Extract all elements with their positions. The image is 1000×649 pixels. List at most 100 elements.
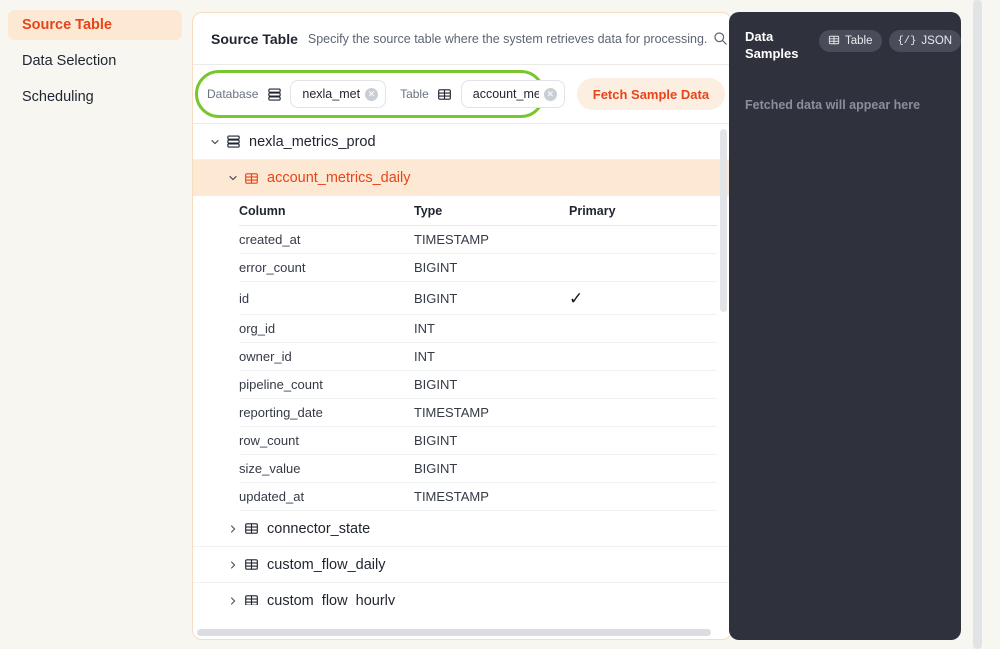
sidebar-item-label: Data Selection — [22, 53, 117, 69]
sidebar-item-label: Source Table — [22, 17, 112, 33]
data-samples-header: Data Samples Table {/} JSON — [745, 28, 961, 62]
chevron-down-icon[interactable] — [225, 173, 241, 183]
column-name: org_id — [239, 321, 276, 336]
selector-toolbar: Database nexla_met ✕ Table account_m ✕ F… — [193, 65, 731, 123]
data-samples-title-line2: Samples — [745, 46, 799, 61]
column-header-type: Type — [414, 203, 443, 218]
table-icon — [241, 171, 261, 186]
chevron-right-icon[interactable] — [225, 560, 241, 570]
column-type: INT — [414, 349, 435, 364]
tree-vertical-scrollbar[interactable] — [720, 129, 727, 312]
table-row[interactable]: size_value BIGINT — [239, 455, 717, 483]
tree-node-table-selected[interactable]: account_metrics_daily — [193, 160, 731, 196]
sidebar-item-scheduling[interactable]: Scheduling — [8, 82, 182, 112]
table-chip-label: account_metri — [472, 87, 539, 101]
tree-node-table[interactable]: custom_flow_hourly — [193, 583, 731, 605]
column-header-primary: Primary — [569, 203, 616, 218]
code-braces-icon: {/} — [897, 35, 917, 47]
database-chip[interactable]: nexla_met ✕ — [290, 80, 387, 108]
source-table-panel: Source Table Specify the source table wh… — [192, 12, 732, 640]
sidebar: Source Table Data Selection Scheduling — [0, 0, 190, 649]
schema-tree-content: nexla_metrics_prod account_metrics_daily… — [193, 124, 731, 605]
column-name: updated_at — [239, 489, 305, 504]
sidebar-item-label: Scheduling — [22, 89, 94, 105]
table-icon — [828, 34, 840, 49]
page-title: Source Table — [211, 30, 298, 47]
data-samples-panel: Data Samples Table {/} JSON Fetched data… — [729, 12, 961, 640]
table-row[interactable]: updated_at TIMESTAMP — [239, 483, 717, 511]
columns-table: Column Type Primary created_at TIMESTAMP… — [193, 196, 731, 511]
database-chip-label: nexla_met — [302, 87, 361, 101]
view-toggle-json[interactable]: {/} JSON — [888, 30, 961, 52]
tree-node-table-label: connector_state — [267, 520, 371, 537]
tree-horizontal-scrollbar[interactable] — [193, 625, 731, 639]
column-name: created_at — [239, 232, 301, 247]
selector-controls: Database nexla_met ✕ Table account_m ✕ — [193, 70, 565, 118]
column-header-column: Column — [239, 203, 286, 218]
sidebar-item-data-selection[interactable]: Data Selection — [8, 46, 182, 76]
column-type: BIGINT — [414, 290, 458, 306]
table-icon — [241, 593, 261, 605]
close-icon[interactable]: ✕ — [365, 87, 379, 101]
column-type: TIMESTAMP — [414, 489, 489, 504]
fetch-sample-data-button[interactable]: Fetch Sample Data — [576, 78, 726, 110]
column-name: error_count — [239, 260, 306, 275]
table-row[interactable]: row_count BIGINT — [239, 427, 717, 455]
column-type: TIMESTAMP — [414, 232, 489, 247]
columns-header-row: Column Type Primary — [239, 196, 717, 226]
page-scrollbar-thumb[interactable] — [973, 0, 982, 649]
database-icon — [223, 134, 243, 149]
column-name: reporting_date — [239, 405, 323, 420]
data-samples-empty-text: Fetched data will appear here — [745, 98, 921, 112]
page-subtitle: Specify the source table where the syste… — [307, 31, 708, 46]
column-primary: ✓ — [569, 288, 584, 308]
table-label: Table — [400, 87, 429, 101]
table-row[interactable]: reporting_date TIMESTAMP — [239, 399, 717, 427]
table-icon — [437, 86, 453, 102]
fetch-sample-data-label: Fetch Sample Data — [592, 86, 710, 102]
column-type: INT — [414, 321, 435, 336]
panel-header: Source Table Specify the source table wh… — [193, 13, 731, 65]
tree-node-database[interactable]: nexla_metrics_prod — [193, 124, 731, 160]
column-type: BIGINT — [414, 260, 458, 275]
tree-node-table[interactable]: connector_state — [193, 511, 731, 547]
scrollbar-thumb[interactable] — [197, 628, 712, 636]
view-toggle-table[interactable]: Table — [819, 30, 882, 52]
column-type: TIMESTAMP — [414, 405, 489, 420]
table-chip[interactable]: account_metri ✕ — [460, 80, 565, 108]
column-type: BIGINT — [414, 377, 458, 392]
view-toggle-group: Table {/} JSON — [819, 28, 961, 52]
table-row[interactable]: pipeline_count BIGINT — [239, 371, 717, 399]
column-name: id — [239, 290, 250, 306]
table-row[interactable]: created_at TIMESTAMP — [239, 226, 717, 254]
column-type: BIGINT — [414, 433, 458, 448]
chevron-down-icon[interactable] — [207, 137, 223, 147]
tree-node-database-label: nexla_metrics_prod — [249, 133, 376, 150]
table-row[interactable]: error_count BIGINT — [239, 254, 717, 282]
chevron-right-icon[interactable] — [225, 524, 241, 534]
column-name: pipeline_count — [239, 377, 323, 392]
schema-tree[interactable]: nexla_metrics_prod account_metrics_daily… — [193, 123, 731, 605]
sidebar-item-source-table[interactable]: Source Table — [8, 10, 182, 40]
tree-node-table-label: custom_flow_hourly — [267, 592, 396, 606]
table-row[interactable]: id BIGINT ✓ — [239, 282, 717, 315]
table-row[interactable]: org_id INT — [239, 315, 717, 343]
column-name: row_count — [239, 433, 299, 448]
close-icon[interactable]: ✕ — [543, 87, 557, 101]
view-toggle-table-label: Table — [845, 35, 873, 47]
data-samples-title-line1: Data — [745, 29, 774, 44]
data-samples-title: Data Samples — [745, 28, 809, 62]
database-label: Database — [207, 87, 259, 101]
database-icon — [266, 86, 282, 102]
tree-node-table-label: custom_flow_daily — [267, 556, 386, 573]
column-name: size_value — [239, 461, 301, 476]
tree-node-table[interactable]: custom_flow_daily — [193, 547, 731, 583]
table-icon — [241, 521, 261, 536]
tree-node-table-label: account_metrics_daily — [267, 170, 411, 186]
table-icon — [241, 557, 261, 572]
column-type: BIGINT — [414, 461, 458, 476]
table-row[interactable]: owner_id INT — [239, 343, 717, 371]
column-name: owner_id — [239, 349, 292, 364]
view-toggle-json-label: JSON — [921, 35, 953, 47]
chevron-right-icon[interactable] — [225, 596, 241, 606]
